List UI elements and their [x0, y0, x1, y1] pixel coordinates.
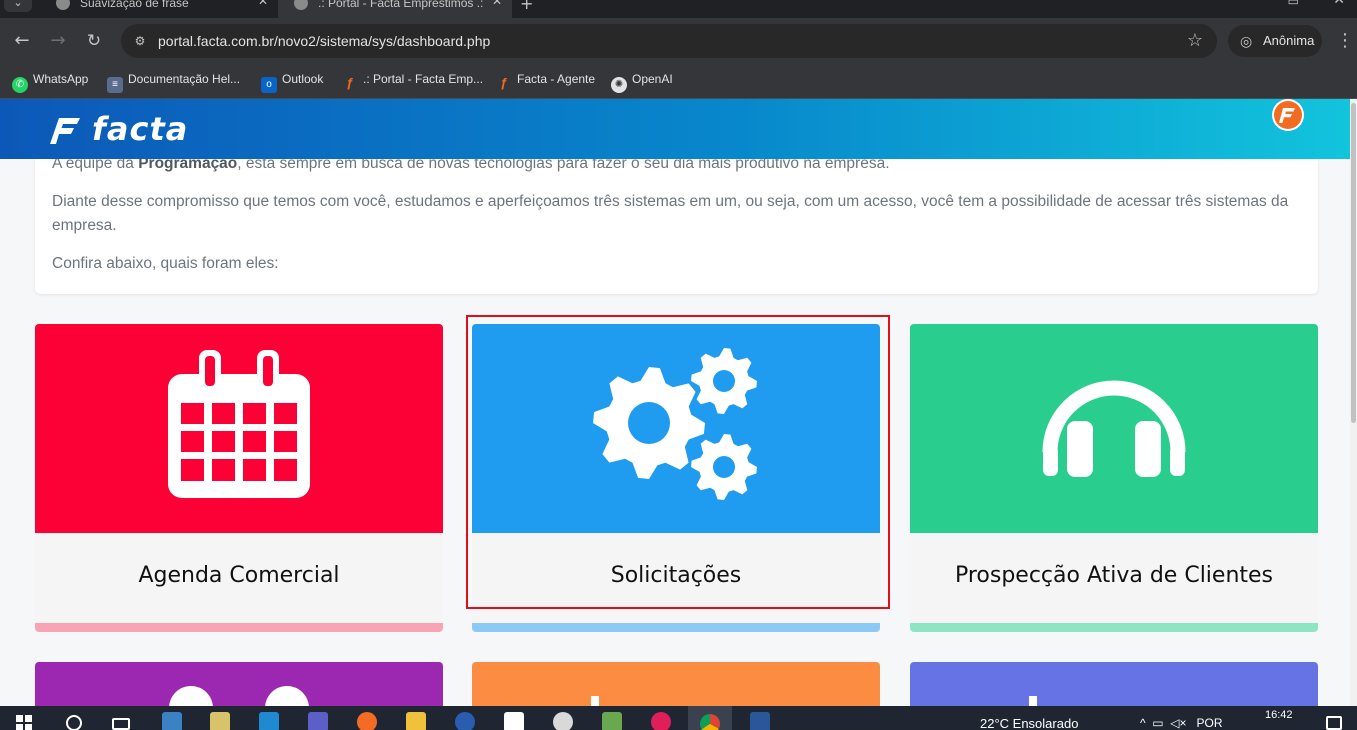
facta-avatar-icon [1274, 101, 1302, 129]
chrome-taskbar-button[interactable] [688, 706, 732, 730]
facta-icon: ƒ [500, 75, 508, 90]
bookmark-label: .: Portal - Facta Emp... [363, 72, 484, 86]
user-icon [169, 686, 213, 706]
slack-icon[interactable] [651, 712, 671, 730]
user-icon [265, 686, 309, 706]
app-icon[interactable] [504, 712, 524, 730]
browser-toolbar: ← → ↻ ⚙ portal.facta.com.br/novo2/sistem… [0, 18, 1357, 64]
back-button[interactable]: ← [12, 31, 32, 51]
teams-icon[interactable] [308, 712, 328, 730]
forward-button[interactable]: → [48, 31, 68, 51]
sticky-notes-icon[interactable] [602, 712, 622, 730]
tab-search-button[interactable]: ⌄ [4, 0, 32, 12]
tab-strip: ⌄ Suavização de frase ✕ .: Portal - Fact… [0, 0, 1357, 18]
bookmark-star-icon[interactable]: ☆ [1187, 30, 1203, 51]
notifications-icon[interactable] [1326, 716, 1342, 730]
chrome-icon [700, 714, 720, 730]
tab-favicon [294, 0, 308, 10]
tile-agenda-comercial[interactable]: Agenda Comercial [35, 324, 443, 632]
bookmark-portal-facta[interactable]: ƒ .: Portal - Facta Emp... [342, 71, 483, 91]
profile-label: Anônima [1263, 33, 1315, 48]
bookmark-whatsapp[interactable]: ✆ WhatsApp [12, 71, 88, 93]
browser-menu-icon[interactable]: ⋮ [1336, 30, 1354, 51]
new-tab-button[interactable]: + [520, 0, 533, 13]
intro-paragraph-2: Diante desse compromisso que temos com v… [52, 193, 1289, 234]
tab-portal-facta[interactable]: .: Portal - Facta Empréstimos .: ✕ [278, 0, 512, 18]
chart-icon [1029, 696, 1037, 706]
openai-icon: ✺ [611, 77, 627, 93]
tab-suavizacao[interactable]: Suavização de frase ✕ [40, 0, 278, 18]
teamviewer-icon[interactable] [455, 712, 475, 730]
tab-title: .: Portal - Facta Empréstimos .: [318, 0, 484, 10]
bookmark-facta-agente[interactable]: ƒ Facta - Agente [496, 71, 595, 91]
tile-prospeccao-ativa[interactable]: Prospecção Ativa de Clientes [910, 324, 1318, 632]
headphones-icon [1042, 380, 1186, 477]
tile-partial-orange[interactable] [472, 662, 880, 706]
site-info-icon[interactable]: ⚙ [131, 32, 149, 50]
task-view-icon[interactable] [112, 718, 130, 730]
minimize-window-button[interactable]: ▭ [1288, 0, 1299, 8]
tab-title: Suavização de frase [80, 0, 189, 10]
windows-start-icon[interactable] [16, 715, 32, 730]
incognito-icon: ◎ [1240, 33, 1253, 49]
tile-label: Prospecção Ativa de Clientes [954, 563, 1274, 588]
bookmarks-bar: ✆ WhatsApp ≡ Documentação Hel... o Outlook … [0, 64, 1357, 99]
bookmark-label: Outlook [282, 72, 324, 86]
facta-icon: ƒ [346, 75, 354, 90]
tile-banner [910, 324, 1318, 533]
page-scrollbar[interactable] [1350, 99, 1357, 706]
taskbar-clock[interactable]: 16:42 [1265, 709, 1293, 721]
page-viewport: facta A equipe da Programação, está semp… [0, 99, 1357, 706]
weather-widget[interactable]: 22°C Ensolarado [980, 716, 1078, 730]
bookmark-documentacao[interactable]: ≡ Documentação Hel... [107, 71, 240, 93]
tile-accent-bar [472, 623, 880, 632]
close-window-button[interactable]: ✕ [1333, 0, 1345, 8]
bookmark-openai[interactable]: ✺ OpenAI [611, 71, 673, 93]
user-avatar[interactable] [1272, 99, 1304, 131]
facta-logo[interactable]: facta [92, 110, 188, 148]
intro-paragraph-3: Confira abaixo, quais foram eles: [52, 255, 279, 272]
bookmark-label: Facta - Agente [517, 72, 596, 86]
close-icon[interactable]: ✕ [258, 0, 268, 8]
tile-banner [35, 324, 443, 533]
tile-partial-indigo[interactable] [910, 662, 1318, 706]
address-bar[interactable]: ⚙ portal.facta.com.br/novo2/sistema/sys/… [121, 24, 1217, 58]
tab-favicon [56, 0, 70, 10]
bookmark-label: OpenAI [632, 72, 673, 86]
doc-icon: ≡ [107, 77, 123, 93]
whatsapp-icon: ✆ [12, 77, 28, 93]
bookmark-outlook[interactable]: o Outlook [261, 71, 323, 93]
outlook-icon: o [261, 77, 277, 93]
intro-card: A equipe da Programação, está sempre em … [35, 139, 1318, 294]
tile-label: Agenda Comercial [138, 563, 340, 588]
url-text[interactable]: portal.facta.com.br/novo2/sistema/sys/da… [158, 33, 490, 49]
windows-taskbar: 22°C Ensolarado ^ ▭ ◁× POR 16:42 [0, 706, 1357, 730]
folder-icon[interactable] [406, 712, 426, 730]
site-header: facta [0, 99, 1350, 159]
store-icon[interactable] [162, 712, 182, 730]
word-icon[interactable] [750, 712, 770, 730]
bookmark-label: WhatsApp [33, 72, 89, 86]
vscode-icon[interactable] [259, 712, 279, 730]
close-icon[interactable]: ✕ [492, 0, 502, 8]
winrar-icon[interactable] [210, 712, 230, 730]
tile-accent-bar [35, 623, 443, 632]
system-tray[interactable]: ^ ▭ ◁× POR [1140, 716, 1223, 730]
incognito-profile-button[interactable]: ◎ Anônima [1228, 25, 1322, 57]
tile-accent-bar [910, 623, 1318, 632]
chart-icon [591, 696, 599, 706]
facta-logo-icon [50, 118, 80, 144]
calendar-icon [168, 350, 310, 498]
sublime-icon[interactable] [357, 712, 377, 730]
vpn-icon[interactable] [553, 712, 573, 730]
language-indicator[interactable]: POR [1197, 716, 1223, 730]
reload-button[interactable]: ↻ [84, 31, 104, 51]
search-icon[interactable] [66, 715, 82, 730]
tile-partial-purple[interactable] [35, 662, 443, 706]
bookmark-label: Documentação Hel... [128, 72, 241, 86]
scrollbar-thumb[interactable] [1351, 103, 1356, 423]
selection-highlight-box [466, 315, 890, 609]
